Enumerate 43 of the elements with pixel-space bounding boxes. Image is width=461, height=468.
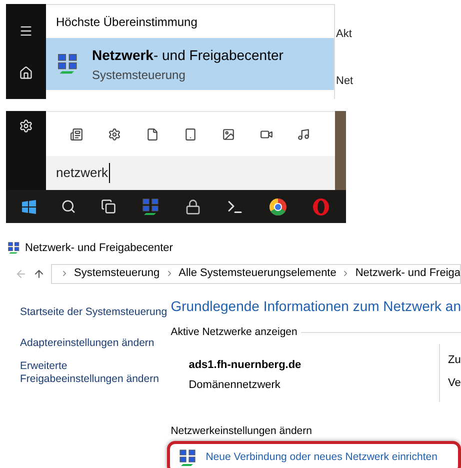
- chevron-icon: [60, 269, 69, 278]
- background-text: Akt: [336, 27, 353, 42]
- background-text: Net: [336, 74, 354, 88]
- home-icon[interactable]: [19, 66, 33, 80]
- settings-filter-icon[interactable]: [108, 128, 122, 140]
- page-heading: Grundlegende Informationen zum Netzwerk an: [170, 296, 461, 316]
- search-icon[interactable]: [61, 199, 76, 214]
- section-label: Netzwerkeinstellungen ändern: [170, 424, 313, 440]
- lock-icon[interactable]: [185, 198, 202, 214]
- tablet-icon[interactable]: [184, 128, 197, 140]
- breadcrumb-item[interactable]: Alle Systemsteuerungselemente: [178, 265, 336, 282]
- document-icon[interactable]: [146, 128, 160, 140]
- breadcrumb-item[interactable]: Systemsteuerung: [74, 265, 160, 282]
- result-title: Netzwerk- und Freigabecenter: [92, 46, 284, 65]
- sidebar-link[interactable]: Adaptereinstellungen ändern: [20, 336, 170, 350]
- sidebar-link[interactable]: Startseite der Systemsteuerung: [20, 306, 170, 318]
- network-computers-icon: [140, 196, 161, 216]
- browser-logo-icon[interactable]: [268, 198, 287, 216]
- window-title: Netzwerk- und Freigabecenter: [25, 241, 173, 256]
- network-name: ads1.fh-nuernberg.de: [188, 358, 302, 374]
- menu-icon[interactable]: [19, 24, 33, 38]
- setup-link[interactable]: Neue Verbindung oder neues Netzwerk einrichten: [206, 450, 438, 466]
- window-icon: [7, 241, 21, 256]
- settings-icon[interactable]: [19, 119, 33, 133]
- windows-logo-icon[interactable]: [22, 200, 36, 214]
- network-computers-icon: [56, 52, 80, 76]
- section-title: Höchste Übereinstimmung: [56, 14, 198, 30]
- task-view-icon[interactable]: [100, 199, 116, 214]
- opera-logo-icon[interactable]: [312, 198, 330, 216]
- result-subtitle: Systemsteuerung: [92, 66, 186, 84]
- sidebar-link[interactable]: Erweiterte Freigabeeinstellungen ändern: [20, 360, 170, 386]
- music-icon[interactable]: [297, 128, 310, 140]
- network-detail: Zu: [448, 353, 461, 368]
- new-connection-icon: [178, 448, 198, 468]
- video-icon[interactable]: [260, 128, 273, 140]
- apps-filter-icon[interactable]: [70, 128, 84, 140]
- network-type: Domänennetzwerk: [188, 378, 282, 393]
- section-label: Aktive Netzwerke anzeigen: [170, 324, 298, 340]
- up-icon[interactable]: [33, 268, 45, 280]
- best-match-item[interactable]: Netzwerk- und Freigabecenter Systemsteuerung: [46, 38, 334, 90]
- network-detail: Ve: [448, 376, 461, 391]
- search-field[interactable]: netzwerk: [46, 156, 335, 190]
- image-icon[interactable]: [222, 128, 235, 140]
